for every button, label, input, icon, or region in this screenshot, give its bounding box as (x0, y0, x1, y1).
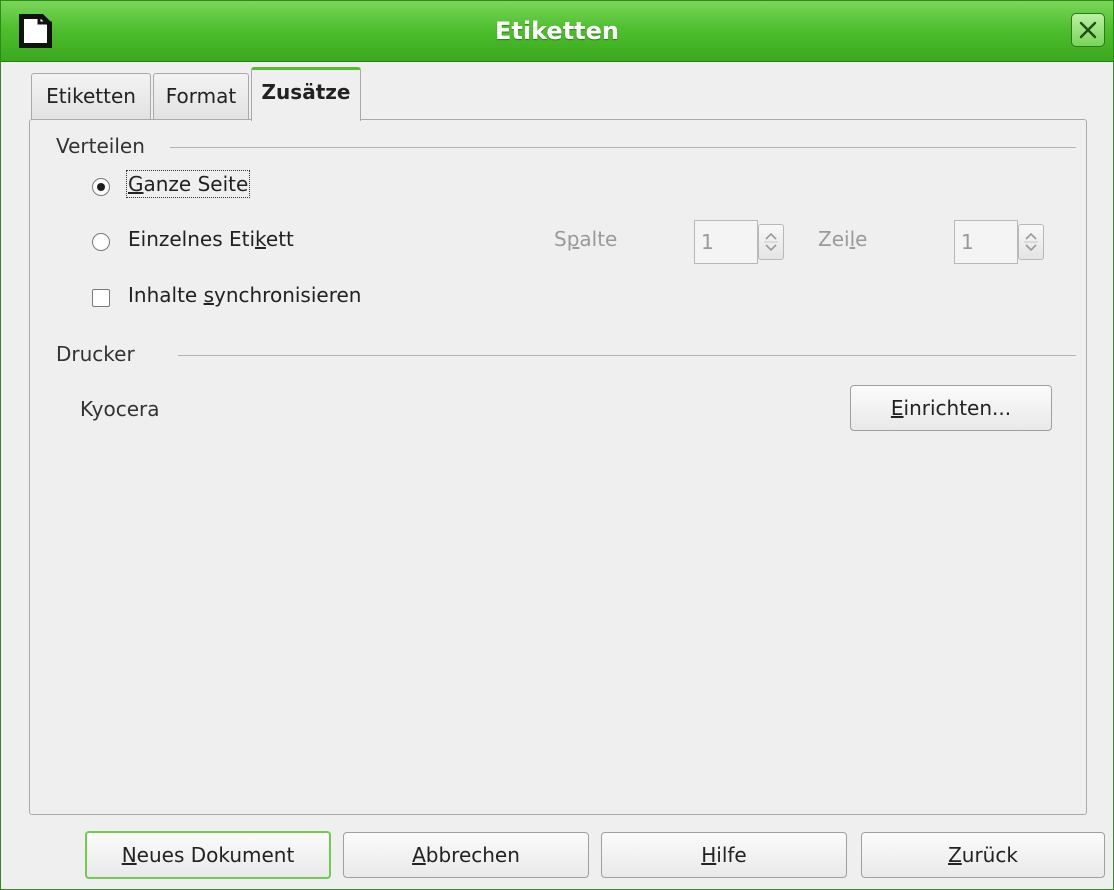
accelerator-key: s (203, 283, 214, 307)
label-part: inrichten... (903, 396, 1012, 420)
accelerator-key: k (255, 227, 266, 251)
label-part: ett (265, 227, 294, 251)
spalte-input[interactable]: 1 (694, 220, 758, 264)
section-verteilen-divider (170, 147, 1076, 148)
tab-panel-zusaetze: Verteilen Ganze Seite Einzelnes Etikett … (29, 119, 1087, 815)
label-part: Zei (818, 227, 850, 251)
einrichten-button[interactable]: Einrichten... (850, 385, 1052, 431)
label-part: ilfe (716, 843, 747, 867)
tab-format[interactable]: Format (153, 73, 249, 119)
spalte-label: Spalte (554, 227, 617, 251)
tab-format-label: Format (165, 84, 237, 108)
accelerator-key: N (121, 843, 137, 867)
window-title: Etiketten (495, 17, 619, 45)
radio-selected-dot (97, 183, 105, 191)
zeile-input[interactable]: 1 (954, 220, 1018, 264)
spalte-spin-buttons[interactable] (758, 224, 784, 260)
label-part: eues Dokument (136, 843, 295, 867)
accelerator-key: Z (948, 843, 962, 867)
label-part: urück (961, 843, 1018, 867)
radio-einzelnes-etikett-label[interactable]: Einzelnes Etikett (128, 227, 294, 251)
accelerator-key: p (566, 227, 580, 251)
label-part: Einzelnes Eti (128, 227, 256, 251)
section-verteilen-heading: Verteilen (56, 134, 145, 158)
accelerator-key: H (701, 843, 717, 867)
zeile-label: Zeile (818, 227, 867, 251)
zeile-spinner[interactable]: 1 (954, 220, 1050, 264)
zurueck-button[interactable]: Zurück (861, 832, 1105, 878)
accelerator-key: G (128, 172, 144, 196)
spalte-spinner[interactable]: 1 (694, 220, 790, 264)
printer-name: Kyocera (80, 397, 160, 421)
label-part: Inhalte (128, 283, 204, 307)
tab-etiketten[interactable]: Etiketten (31, 73, 151, 119)
close-icon (1079, 21, 1097, 39)
label-part: ynchronisieren (214, 283, 362, 307)
checkbox-inhalte-synchronisieren-label[interactable]: Inhalte synchronisieren (128, 283, 361, 307)
section-drucker-heading: Drucker (56, 342, 135, 366)
label-part: alte (579, 227, 618, 251)
label-part: anze Seite (143, 172, 249, 196)
accelerator-key: A (412, 843, 426, 867)
checkbox-inhalte-synchronisieren[interactable] (92, 289, 110, 307)
tab-zusaetze[interactable]: Zusätze (251, 67, 361, 121)
radio-ganze-seite-label[interactable]: Ganze Seite (125, 170, 251, 198)
accelerator-key: E (890, 396, 904, 420)
radio-einzelnes-etikett[interactable] (92, 233, 110, 251)
spin-up-down-icon (1024, 232, 1038, 252)
dialog-window: Etiketten Etiketten Format Zusätze Verte… (0, 0, 1114, 890)
tab-etiketten-label: Etiketten (46, 84, 136, 108)
title-bar[interactable]: Etiketten (1, 1, 1113, 62)
close-button[interactable] (1071, 13, 1105, 47)
radio-ganze-seite[interactable] (92, 178, 110, 196)
spin-up-down-icon (764, 232, 778, 252)
hilfe-button[interactable]: Hilfe (601, 832, 847, 878)
neues-dokument-button[interactable]: Neues Dokument (85, 831, 331, 879)
label-part: bbrechen (425, 843, 520, 867)
abbrechen-button[interactable]: Abbrechen (343, 832, 589, 878)
label-part: S (554, 227, 567, 251)
label-part: e (855, 227, 868, 251)
tab-zusaetze-label: Zusätze (261, 80, 351, 104)
section-drucker-divider (178, 355, 1076, 356)
zeile-spin-buttons[interactable] (1018, 224, 1044, 260)
